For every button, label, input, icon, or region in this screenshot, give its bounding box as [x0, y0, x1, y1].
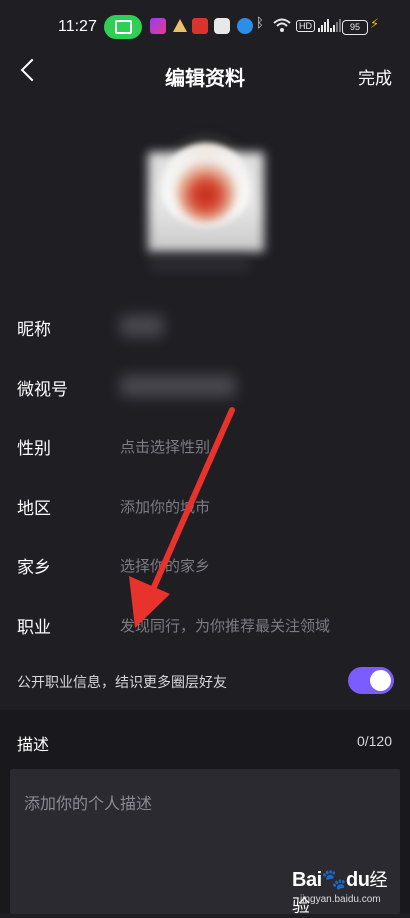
- row-label: 地区: [17, 499, 51, 519]
- logo-text-1: Bai: [292, 869, 322, 891]
- app-icon: [172, 18, 188, 34]
- row-label: 昵称: [17, 320, 51, 340]
- row-label: 性别: [17, 439, 51, 459]
- avatar-center-blur: [176, 162, 236, 222]
- row-value: 选择你的家乡: [120, 557, 211, 575]
- nickname-row[interactable]: 昵称: [0, 313, 410, 353]
- video-app-icon: [150, 18, 166, 34]
- done-button[interactable]: 完成: [358, 64, 392, 89]
- logo-text-2: du: [346, 869, 370, 891]
- row-label: 微视号: [17, 380, 68, 400]
- battery-icon: 95: [342, 20, 368, 35]
- signal-icon: [318, 19, 329, 32]
- region-row[interactable]: 地区 添加你的城市: [0, 492, 410, 532]
- baidu-url: jingyan.baidu.com: [300, 894, 381, 905]
- description-placeholder: 添加你的个人描述: [24, 794, 153, 813]
- baidu-paw-icon: 🐾: [321, 869, 347, 891]
- signal-icon: [330, 19, 341, 32]
- weishi-id-value-blurred: [120, 375, 236, 397]
- avatar-caption-blur: [150, 258, 250, 270]
- description-char-count: 0/120: [356, 733, 392, 749]
- row-label: 职业: [17, 618, 51, 638]
- hometown-row[interactable]: 家乡 选择你的家乡: [0, 551, 410, 591]
- news-app-icon: [192, 18, 208, 34]
- avatar[interactable]: [148, 132, 264, 252]
- public-occupation-toggle[interactable]: [348, 667, 394, 694]
- toggle-knob: [370, 670, 391, 691]
- description-label: 描述: [17, 735, 50, 754]
- row-label: 家乡: [17, 558, 51, 578]
- bluetooth-icon: ᛒ: [256, 16, 264, 31]
- public-occupation-label: 公开职业信息，结识更多圈层好友: [17, 675, 227, 691]
- cast-icon[interactable]: [104, 15, 142, 39]
- occupation-row[interactable]: 职业 发现同行，为你推荐最关注领域: [0, 611, 410, 651]
- status-time: 11:27: [58, 18, 97, 35]
- notification-icon: [237, 18, 253, 34]
- baidu-logo: Bai🐾du经验: [292, 866, 402, 918]
- gender-row[interactable]: 性别 点击选择性别: [0, 432, 410, 472]
- hd-icon: HD: [296, 20, 315, 32]
- weishi-id-row[interactable]: 微视号: [0, 373, 410, 413]
- row-value: 发现同行，为你推荐最关注领域: [120, 617, 331, 635]
- row-value: 点击选择性别: [120, 438, 211, 456]
- baidu-watermark: Bai🐾du经验 jingyan.baidu.com: [292, 866, 402, 916]
- app-icon: [214, 18, 230, 34]
- page-title: 编辑资料: [165, 66, 245, 90]
- row-value: 添加你的城市: [120, 498, 211, 516]
- wifi-icon: [273, 18, 291, 32]
- status-bar: 11:27 ᛒ HD 95 ⚡: [0, 0, 410, 56]
- nickname-value-blurred: [120, 315, 164, 337]
- charging-icon: ⚡: [370, 17, 380, 32]
